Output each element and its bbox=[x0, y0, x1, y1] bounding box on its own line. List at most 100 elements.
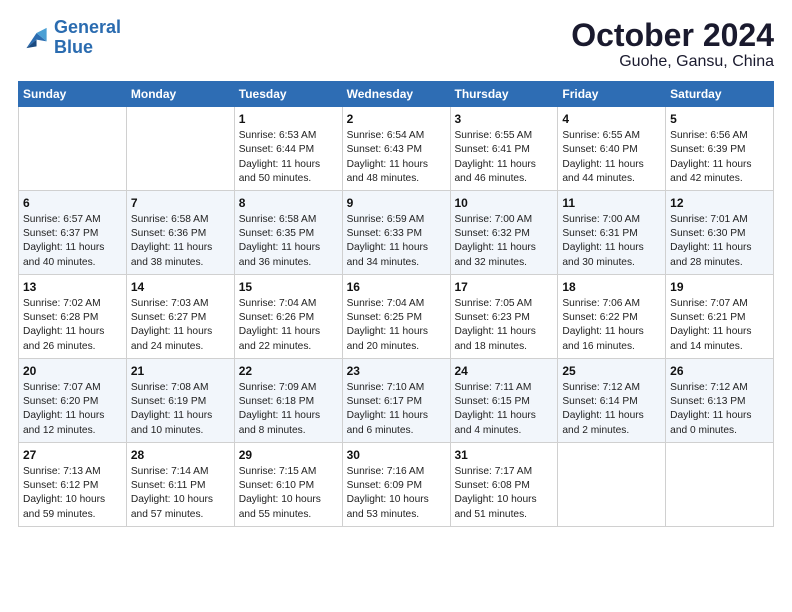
cell-day-number: 8 bbox=[239, 195, 338, 212]
calendar-week-1: 1Sunrise: 6:53 AM Sunset: 6:44 PM Daylig… bbox=[19, 107, 774, 191]
header-day-thursday: Thursday bbox=[450, 82, 558, 107]
calendar-cell: 9Sunrise: 6:59 AM Sunset: 6:33 PM Daylig… bbox=[342, 191, 450, 275]
cell-day-number: 25 bbox=[562, 363, 661, 380]
calendar-cell: 18Sunrise: 7:06 AM Sunset: 6:22 PM Dayli… bbox=[558, 275, 666, 359]
calendar-cell: 4Sunrise: 6:55 AM Sunset: 6:40 PM Daylig… bbox=[558, 107, 666, 191]
cell-info-text: Sunrise: 6:55 AM Sunset: 6:41 PM Dayligh… bbox=[455, 129, 554, 186]
cell-day-number: 11 bbox=[562, 195, 661, 212]
calendar-header-row: SundayMondayTuesdayWednesdayThursdayFrid… bbox=[19, 82, 774, 107]
header-day-wednesday: Wednesday bbox=[342, 82, 450, 107]
header: General Blue October 2024 Guohe, Gansu, … bbox=[18, 18, 774, 71]
calendar-cell: 27Sunrise: 7:13 AM Sunset: 6:12 PM Dayli… bbox=[19, 442, 127, 526]
cell-day-number: 10 bbox=[455, 195, 554, 212]
calendar-cell: 2Sunrise: 6:54 AM Sunset: 6:43 PM Daylig… bbox=[342, 107, 450, 191]
cell-day-number: 17 bbox=[455, 279, 554, 296]
page: General Blue October 2024 Guohe, Gansu, … bbox=[0, 0, 792, 612]
logo-line1: General bbox=[54, 18, 121, 38]
cell-info-text: Sunrise: 7:03 AM Sunset: 6:27 PM Dayligh… bbox=[131, 297, 230, 354]
cell-day-number: 3 bbox=[455, 111, 554, 128]
cell-day-number: 23 bbox=[347, 363, 446, 380]
calendar-cell: 5Sunrise: 6:56 AM Sunset: 6:39 PM Daylig… bbox=[666, 107, 774, 191]
cell-day-number: 20 bbox=[23, 363, 122, 380]
cell-info-text: Sunrise: 7:09 AM Sunset: 6:18 PM Dayligh… bbox=[239, 381, 338, 438]
header-day-monday: Monday bbox=[126, 82, 234, 107]
calendar-cell: 3Sunrise: 6:55 AM Sunset: 6:41 PM Daylig… bbox=[450, 107, 558, 191]
calendar-cell: 28Sunrise: 7:14 AM Sunset: 6:11 PM Dayli… bbox=[126, 442, 234, 526]
cell-info-text: Sunrise: 7:04 AM Sunset: 6:25 PM Dayligh… bbox=[347, 297, 446, 354]
calendar-cell: 12Sunrise: 7:01 AM Sunset: 6:30 PM Dayli… bbox=[666, 191, 774, 275]
calendar-cell: 19Sunrise: 7:07 AM Sunset: 6:21 PM Dayli… bbox=[666, 275, 774, 359]
cell-day-number: 28 bbox=[131, 447, 230, 464]
cell-day-number: 19 bbox=[670, 279, 769, 296]
cell-day-number: 24 bbox=[455, 363, 554, 380]
cell-day-number: 1 bbox=[239, 111, 338, 128]
calendar-cell: 16Sunrise: 7:04 AM Sunset: 6:25 PM Dayli… bbox=[342, 275, 450, 359]
cell-day-number: 12 bbox=[670, 195, 769, 212]
cell-day-number: 31 bbox=[455, 447, 554, 464]
calendar-cell: 17Sunrise: 7:05 AM Sunset: 6:23 PM Dayli… bbox=[450, 275, 558, 359]
cell-day-number: 29 bbox=[239, 447, 338, 464]
cell-day-number: 13 bbox=[23, 279, 122, 296]
cell-day-number: 16 bbox=[347, 279, 446, 296]
header-day-saturday: Saturday bbox=[666, 82, 774, 107]
cell-day-number: 6 bbox=[23, 195, 122, 212]
cell-info-text: Sunrise: 7:07 AM Sunset: 6:20 PM Dayligh… bbox=[23, 381, 122, 438]
cell-info-text: Sunrise: 7:13 AM Sunset: 6:12 PM Dayligh… bbox=[23, 465, 122, 522]
calendar-cell: 30Sunrise: 7:16 AM Sunset: 6:09 PM Dayli… bbox=[342, 442, 450, 526]
logo: General Blue bbox=[18, 18, 121, 58]
header-day-tuesday: Tuesday bbox=[234, 82, 342, 107]
cell-day-number: 21 bbox=[131, 363, 230, 380]
calendar-cell bbox=[126, 107, 234, 191]
cell-day-number: 2 bbox=[347, 111, 446, 128]
cell-day-number: 27 bbox=[23, 447, 122, 464]
calendar-cell: 26Sunrise: 7:12 AM Sunset: 6:13 PM Dayli… bbox=[666, 358, 774, 442]
cell-info-text: Sunrise: 7:17 AM Sunset: 6:08 PM Dayligh… bbox=[455, 465, 554, 522]
calendar-title: October 2024 bbox=[571, 18, 774, 53]
calendar-cell: 20Sunrise: 7:07 AM Sunset: 6:20 PM Dayli… bbox=[19, 358, 127, 442]
cell-info-text: Sunrise: 6:57 AM Sunset: 6:37 PM Dayligh… bbox=[23, 213, 122, 270]
title-block: October 2024 Guohe, Gansu, China bbox=[571, 18, 774, 71]
cell-info-text: Sunrise: 7:02 AM Sunset: 6:28 PM Dayligh… bbox=[23, 297, 122, 354]
cell-info-text: Sunrise: 7:14 AM Sunset: 6:11 PM Dayligh… bbox=[131, 465, 230, 522]
cell-info-text: Sunrise: 7:12 AM Sunset: 6:13 PM Dayligh… bbox=[670, 381, 769, 438]
calendar-subtitle: Guohe, Gansu, China bbox=[571, 53, 774, 71]
calendar-cell: 31Sunrise: 7:17 AM Sunset: 6:08 PM Dayli… bbox=[450, 442, 558, 526]
cell-info-text: Sunrise: 7:07 AM Sunset: 6:21 PM Dayligh… bbox=[670, 297, 769, 354]
cell-day-number: 15 bbox=[239, 279, 338, 296]
cell-info-text: Sunrise: 6:59 AM Sunset: 6:33 PM Dayligh… bbox=[347, 213, 446, 270]
calendar-week-2: 6Sunrise: 6:57 AM Sunset: 6:37 PM Daylig… bbox=[19, 191, 774, 275]
calendar-week-3: 13Sunrise: 7:02 AM Sunset: 6:28 PM Dayli… bbox=[19, 275, 774, 359]
calendar-cell: 24Sunrise: 7:11 AM Sunset: 6:15 PM Dayli… bbox=[450, 358, 558, 442]
cell-info-text: Sunrise: 6:58 AM Sunset: 6:36 PM Dayligh… bbox=[131, 213, 230, 270]
cell-info-text: Sunrise: 7:01 AM Sunset: 6:30 PM Dayligh… bbox=[670, 213, 769, 270]
cell-info-text: Sunrise: 7:08 AM Sunset: 6:19 PM Dayligh… bbox=[131, 381, 230, 438]
cell-day-number: 22 bbox=[239, 363, 338, 380]
calendar-cell: 15Sunrise: 7:04 AM Sunset: 6:26 PM Dayli… bbox=[234, 275, 342, 359]
cell-day-number: 9 bbox=[347, 195, 446, 212]
calendar-cell bbox=[19, 107, 127, 191]
cell-day-number: 26 bbox=[670, 363, 769, 380]
cell-info-text: Sunrise: 7:10 AM Sunset: 6:17 PM Dayligh… bbox=[347, 381, 446, 438]
calendar-cell: 11Sunrise: 7:00 AM Sunset: 6:31 PM Dayli… bbox=[558, 191, 666, 275]
cell-day-number: 4 bbox=[562, 111, 661, 128]
cell-day-number: 18 bbox=[562, 279, 661, 296]
calendar-week-4: 20Sunrise: 7:07 AM Sunset: 6:20 PM Dayli… bbox=[19, 358, 774, 442]
header-day-sunday: Sunday bbox=[19, 82, 127, 107]
calendar-table: SundayMondayTuesdayWednesdayThursdayFrid… bbox=[18, 81, 774, 527]
calendar-cell: 10Sunrise: 7:00 AM Sunset: 6:32 PM Dayli… bbox=[450, 191, 558, 275]
cell-info-text: Sunrise: 6:53 AM Sunset: 6:44 PM Dayligh… bbox=[239, 129, 338, 186]
calendar-cell: 29Sunrise: 7:15 AM Sunset: 6:10 PM Dayli… bbox=[234, 442, 342, 526]
calendar-cell bbox=[666, 442, 774, 526]
cell-info-text: Sunrise: 7:11 AM Sunset: 6:15 PM Dayligh… bbox=[455, 381, 554, 438]
calendar-cell bbox=[558, 442, 666, 526]
calendar-cell: 7Sunrise: 6:58 AM Sunset: 6:36 PM Daylig… bbox=[126, 191, 234, 275]
cell-info-text: Sunrise: 7:04 AM Sunset: 6:26 PM Dayligh… bbox=[239, 297, 338, 354]
cell-info-text: Sunrise: 6:58 AM Sunset: 6:35 PM Dayligh… bbox=[239, 213, 338, 270]
cell-info-text: Sunrise: 6:54 AM Sunset: 6:43 PM Dayligh… bbox=[347, 129, 446, 186]
cell-info-text: Sunrise: 7:05 AM Sunset: 6:23 PM Dayligh… bbox=[455, 297, 554, 354]
cell-day-number: 30 bbox=[347, 447, 446, 464]
cell-day-number: 7 bbox=[131, 195, 230, 212]
cell-info-text: Sunrise: 6:56 AM Sunset: 6:39 PM Dayligh… bbox=[670, 129, 769, 186]
calendar-cell: 8Sunrise: 6:58 AM Sunset: 6:35 PM Daylig… bbox=[234, 191, 342, 275]
logo-line2: Blue bbox=[54, 38, 121, 58]
